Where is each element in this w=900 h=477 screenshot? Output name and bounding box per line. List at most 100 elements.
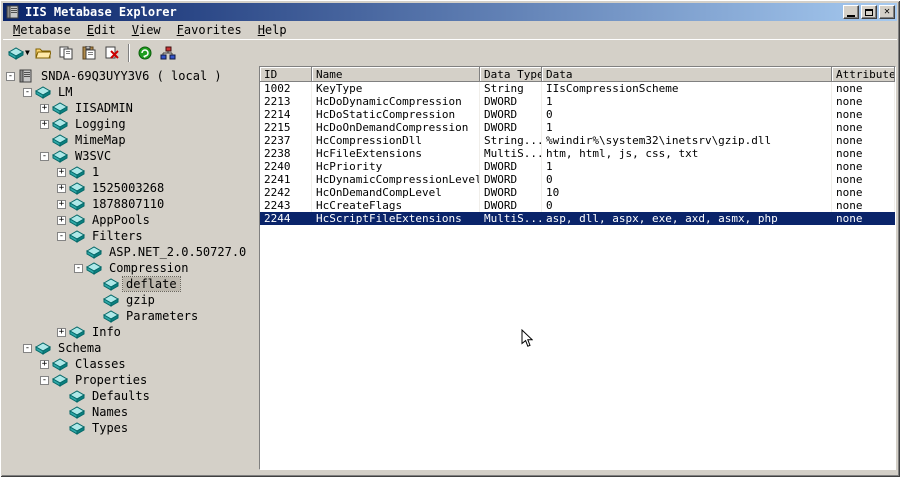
cell-type: String... [480,134,542,147]
tree-item-info[interactable]: + Info [4,324,254,340]
key-icon [69,325,85,339]
tree-item-label: 1 [92,165,100,179]
tree-item-filters[interactable]: - Filters [4,228,254,244]
table-row-2242[interactable]: 2242 HcOnDemandCompLevel DWORD 10 none [260,186,895,199]
delete-key-button[interactable] [101,42,124,64]
column-header-data[interactable]: Data [542,67,832,82]
tree-item-schema[interactable]: - Schema [4,340,254,356]
tree-item-classes[interactable]: + Classes [4,356,254,372]
connect-button[interactable] [157,42,180,64]
cell-id: 1002 [260,82,312,95]
tree-item-label: Properties [75,373,148,387]
table-row-2215[interactable]: 2215 HcDoOnDemandCompression DWORD 1 none [260,121,895,134]
table-row-2213[interactable]: 2213 HcDoDynamicCompression DWORD 1 none [260,95,895,108]
cell-name: HcScriptFileExtensions [312,212,480,225]
tree-item-1525003268[interactable]: +1525003268 [4,180,254,196]
close-button[interactable]: ✕ [879,5,895,19]
menu-favorites[interactable]: Favorites [169,22,250,39]
maximize-button[interactable] [861,5,877,19]
cell-data: 1 [542,160,832,173]
menu-metabase[interactable]: Metabase [5,22,79,39]
column-header-name[interactable]: Name [312,67,480,82]
tree-item-types[interactable]: Types [4,420,254,436]
plus-expander-icon[interactable]: + [57,199,66,209]
close-icon: ✕ [883,6,891,17]
tree-item-label: AppPools [92,213,150,227]
minus-expander-icon[interactable]: - [40,375,49,385]
minus-expander-icon[interactable]: - [6,71,15,81]
tree-item-label: deflate [122,276,181,292]
cell-data: 0 [542,173,832,186]
copy-button[interactable] [55,42,78,64]
tree-item-apppools[interactable]: + AppPools [4,212,254,228]
minus-expander-icon[interactable]: - [23,87,32,97]
cell-name: HcFileExtensions [312,147,480,160]
cell-data: 0 [542,108,832,121]
tree-item-gzip[interactable]: gzip [4,292,254,308]
tree-item-snda-69q3uyy3v6-local[interactable]: - SNDA-69Q3UYY3V6 ( local ) [4,68,254,84]
table-row-2237[interactable]: 2237 HcCompressionDll String... %windir%\sy… [260,134,895,147]
tree-item-deflate[interactable]: deflate [4,276,254,292]
column-header-id[interactable]: ID [260,67,312,82]
plus-expander-icon[interactable]: + [40,119,49,129]
tree-item-defaults[interactable]: Defaults [4,388,254,404]
cell-id: 2213 [260,95,312,108]
tree-item-lm[interactable]: - LM [4,84,254,100]
cell-data: asp, dll, aspx, exe, axd, asmx, php [542,212,832,225]
minus-expander-icon[interactable]: - [57,231,66,241]
table-row-2241[interactable]: 2241 HcDynamicCompressionLevel DWORD 0 none [260,173,895,186]
table-row-2244[interactable]: 2244 HcScriptFileExtensions MultiS... asp, … [260,212,895,225]
tree-item-label: Logging [75,117,126,131]
table-row-2243[interactable]: 2243 HcCreateFlags DWORD 0 none [260,199,895,212]
table-row-2238[interactable]: 2238 HcFileExtensions MultiS... htm, html, … [260,147,895,160]
key-icon [52,117,68,131]
plus-expander-icon[interactable]: + [57,167,66,177]
cell-type: MultiS... [480,147,542,160]
open-button[interactable] [32,42,55,64]
paste-button[interactable] [78,42,101,64]
menu-edit[interactable]: Edit [79,22,124,39]
tree-item-properties[interactable]: - Properties [4,372,254,388]
cell-data: 1 [542,95,832,108]
cell-id: 2244 [260,212,312,225]
key-icon [35,85,51,99]
plus-expander-icon[interactable]: + [57,327,66,337]
tree-item-compression[interactable]: - Compression [4,260,254,276]
tree-item-label: Schema [58,341,102,355]
minus-expander-icon[interactable]: - [23,343,32,353]
plus-expander-icon[interactable]: + [57,215,66,225]
dropdown-arrow-icon[interactable]: ▼ [25,48,30,57]
tree-item-asp-net-2-0-50727-0[interactable]: ASP.NET_2.0.50727.0 [4,244,254,260]
tree-item-1878807110[interactable]: +1878807110 [4,196,254,212]
new-key-button[interactable]: ▼ [6,42,32,64]
tree-item-1[interactable]: +1 [4,164,254,180]
table-row-2240[interactable]: 2240 HcPriority DWORD 1 none [260,160,895,173]
cell-data: %windir%\system32\inetsrv\gzip.dll [542,134,832,147]
table-row-1002[interactable]: 1002 KeyType String IIsCompressionScheme non… [260,82,895,95]
tree-item-mimemap[interactable]: MimeMap [4,132,254,148]
tree-item-w3svc[interactable]: - W3SVC [4,148,254,164]
refresh-button[interactable] [134,42,157,64]
key-icon [52,133,68,147]
column-header-attributes[interactable]: Attributes [832,67,895,82]
tree-item-names[interactable]: Names [4,404,254,420]
plus-expander-icon[interactable]: + [40,103,49,113]
tree-item-logging[interactable]: + Logging [4,116,254,132]
tree-item-label: 1878807110 [92,197,165,211]
plus-expander-icon[interactable]: + [57,183,66,193]
tree-item-iisadmin[interactable]: + IISADMIN [4,100,254,116]
cell-name: HcOnDemandCompLevel [312,186,480,199]
minus-expander-icon[interactable]: - [40,151,49,161]
menu-help[interactable]: Help [250,22,295,39]
server-icon [18,69,34,83]
plus-expander-icon[interactable]: + [40,359,49,369]
table-row-2214[interactable]: 2214 HcDoStaticCompression DWORD 0 none [260,108,895,121]
tree-item-parameters[interactable]: Parameters [4,308,254,324]
column-header-data-type[interactable]: Data Type [480,67,542,82]
menu-view[interactable]: View [124,22,169,39]
tree-item-label: Filters [92,229,143,243]
key-icon [69,389,85,403]
minimize-button[interactable] [843,5,859,19]
minus-expander-icon[interactable]: - [74,263,83,273]
paste-icon [82,45,96,59]
